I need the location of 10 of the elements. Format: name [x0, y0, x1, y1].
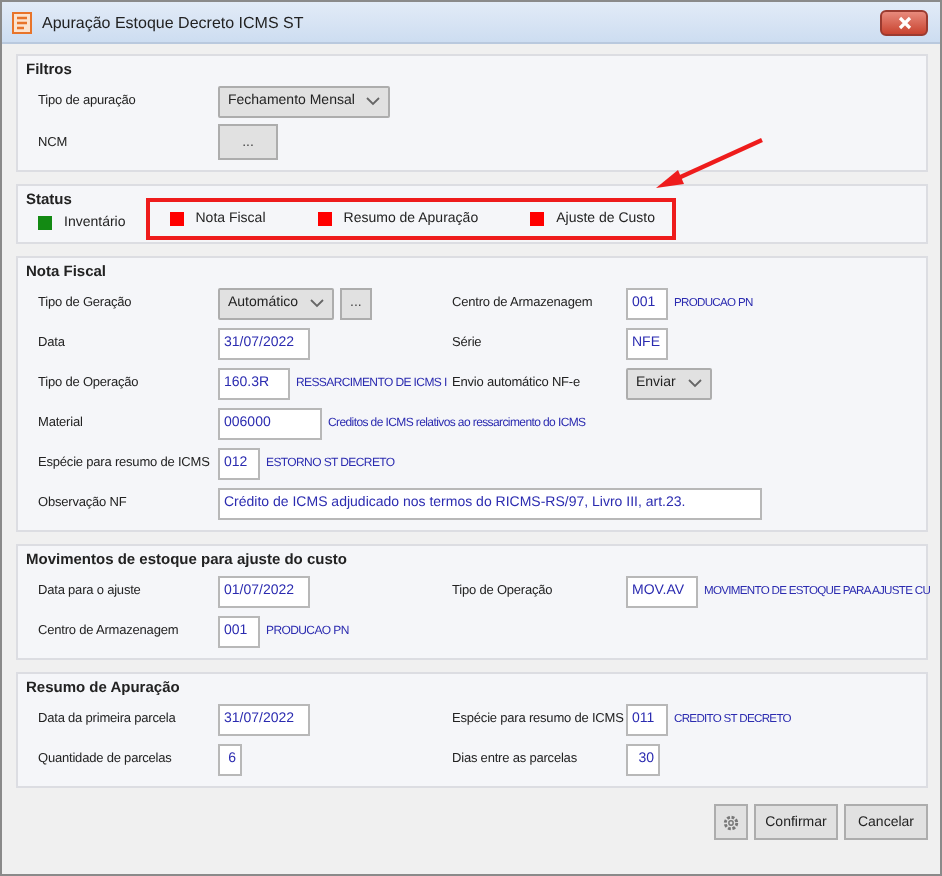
- close-icon: [897, 15, 911, 29]
- settings-button[interactable]: [714, 804, 748, 840]
- chevron-icon: [366, 96, 381, 106]
- annotation-arrow: [654, 136, 766, 192]
- close-button[interactable]: [880, 9, 928, 35]
- app-icon: [12, 11, 32, 33]
- chevron-icon: [687, 378, 702, 388]
- window-title: Apuração Estoque Decreto ICMS ST: [42, 13, 306, 31]
- settings-icon: [722, 813, 740, 831]
- chevron-icon: [310, 298, 325, 308]
